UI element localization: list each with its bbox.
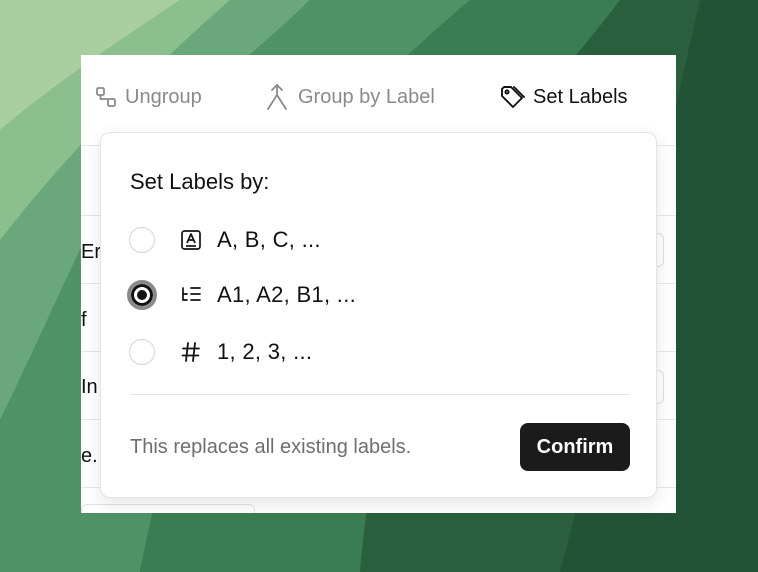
radio-numbers[interactable] <box>129 339 155 365</box>
ungroup-label: Ungroup <box>125 85 202 108</box>
radio-letters[interactable] <box>129 227 155 253</box>
form-box <box>81 504 255 513</box>
group-by-label-label: Group by Label <box>298 85 435 108</box>
radio-letter-number[interactable] <box>127 280 157 310</box>
hint-text: This replaces all existing labels. <box>130 436 412 458</box>
option-label: A, B, C, ... <box>217 227 321 252</box>
form-label: In <box>81 376 98 398</box>
ungroup-icon <box>95 86 117 108</box>
option-label: 1, 2, 3, ... <box>217 339 313 364</box>
popover-divider <box>130 394 630 395</box>
tag-icon <box>499 84 525 110</box>
nested-list-icon <box>179 283 203 307</box>
set-labels-popover: Set Labels by: A, B, C, ... A1, A2, B1, … <box>100 132 657 498</box>
popover-title: Set Labels by: <box>130 169 270 194</box>
group-by-label-button[interactable]: Group by Label <box>264 81 435 113</box>
merge-arrow-icon <box>264 83 290 111</box>
form-label: Er <box>81 241 101 263</box>
hash-icon <box>179 340 203 364</box>
toolbar: Ungroup Group by Label Set Labels <box>81 55 676 139</box>
option-letter-number[interactable]: A1, A2, B1, ... <box>127 278 357 312</box>
letter-a-icon <box>179 228 203 252</box>
form-label: f <box>81 309 87 331</box>
radio-dot <box>137 290 147 300</box>
option-label: A1, A2, B1, ... <box>217 282 357 307</box>
set-labels-label: Set Labels <box>533 85 628 108</box>
set-labels-button[interactable]: Set Labels <box>499 81 628 113</box>
form-label: e. <box>81 445 98 467</box>
option-letters[interactable]: A, B, C, ... <box>129 223 321 257</box>
confirm-button[interactable]: Confirm <box>520 423 630 471</box>
option-numbers[interactable]: 1, 2, 3, ... <box>129 335 312 369</box>
ungroup-button[interactable]: Ungroup <box>95 81 202 113</box>
